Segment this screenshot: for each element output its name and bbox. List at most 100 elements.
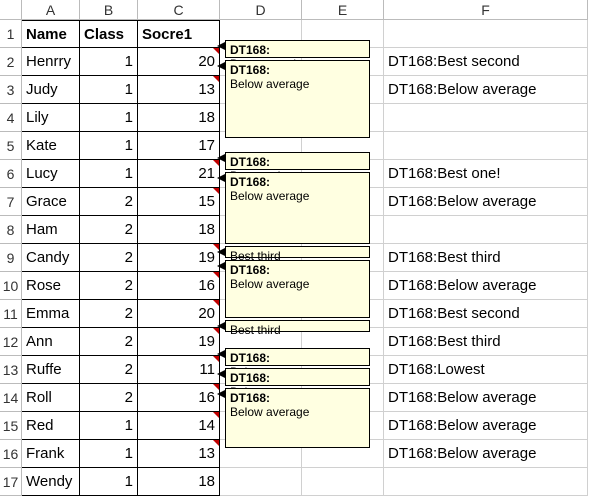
- row-header[interactable]: 6: [0, 160, 22, 188]
- cell-comment-text[interactable]: DT168:Best one!: [384, 160, 588, 188]
- cell-score[interactable]: 19: [138, 244, 220, 272]
- cell-score[interactable]: 16: [138, 384, 220, 412]
- cell-name[interactable]: Ham: [22, 216, 80, 244]
- cell-B1[interactable]: Class: [80, 20, 138, 48]
- row-header[interactable]: 13: [0, 356, 22, 384]
- cell-score[interactable]: 13: [138, 76, 220, 104]
- cell-class[interactable]: 2: [80, 216, 138, 244]
- cell-comment-text[interactable]: DT168:Below average: [384, 188, 588, 216]
- cell-score[interactable]: 18: [138, 216, 220, 244]
- cell-class[interactable]: 2: [80, 244, 138, 272]
- row-header[interactable]: 15: [0, 412, 22, 440]
- cell-name[interactable]: Henrry: [22, 48, 80, 76]
- row-header[interactable]: 9: [0, 244, 22, 272]
- cell-score[interactable]: 14: [138, 412, 220, 440]
- cell-score[interactable]: 18: [138, 468, 220, 496]
- cell-score[interactable]: 20: [138, 48, 220, 76]
- cell-class[interactable]: 1: [80, 160, 138, 188]
- cell-comment-text[interactable]: DT168:Below average: [384, 76, 588, 104]
- comment-indicator-icon[interactable]: [213, 412, 219, 418]
- cell-class[interactable]: 1: [80, 76, 138, 104]
- row-header[interactable]: 3: [0, 76, 22, 104]
- cell-name[interactable]: Ruffe: [22, 356, 80, 384]
- cell-score[interactable]: 20: [138, 300, 220, 328]
- cell-name[interactable]: Ann: [22, 328, 80, 356]
- cell-F1[interactable]: [384, 20, 588, 48]
- cell-empty[interactable]: [302, 468, 384, 496]
- cell-comment-text[interactable]: DT168:Best second: [384, 300, 588, 328]
- row-header[interactable]: 4: [0, 104, 22, 132]
- cell-score[interactable]: 18: [138, 104, 220, 132]
- cell-name[interactable]: Grace: [22, 188, 80, 216]
- cell-name[interactable]: Lily: [22, 104, 80, 132]
- cell-comment-text[interactable]: [384, 132, 588, 160]
- cell-name[interactable]: Wendy: [22, 468, 80, 496]
- row-header[interactable]: 5: [0, 132, 22, 160]
- row-header[interactable]: 16: [0, 440, 22, 468]
- cell-score[interactable]: 19: [138, 328, 220, 356]
- comment-indicator-icon[interactable]: [213, 76, 219, 82]
- row-header[interactable]: 8: [0, 216, 22, 244]
- row-header[interactable]: 7: [0, 188, 22, 216]
- cell-class[interactable]: 2: [80, 300, 138, 328]
- cell-comment-text[interactable]: DT168:Below average: [384, 384, 588, 412]
- comment-indicator-icon[interactable]: [213, 440, 219, 446]
- cell-name[interactable]: Judy: [22, 76, 80, 104]
- row-header[interactable]: 2: [0, 48, 22, 76]
- cell-name[interactable]: Roll: [22, 384, 80, 412]
- row-header[interactable]: 11: [0, 300, 22, 328]
- cell-class[interactable]: 2: [80, 384, 138, 412]
- cell-comment-text[interactable]: DT168:Best second: [384, 48, 588, 76]
- cell-comment-text[interactable]: DT168:Best third: [384, 244, 588, 272]
- cell-comment-text[interactable]: DT168:Below average: [384, 440, 588, 468]
- row-header[interactable]: 1: [0, 20, 22, 48]
- col-header-A[interactable]: A: [22, 0, 80, 20]
- col-header-F[interactable]: F: [384, 0, 588, 20]
- cell-comment-text[interactable]: [384, 104, 588, 132]
- cell-comment-text[interactable]: [384, 468, 588, 496]
- row-header[interactable]: 12: [0, 328, 22, 356]
- cell-name[interactable]: Lucy: [22, 160, 80, 188]
- comment-indicator-icon[interactable]: [213, 272, 219, 278]
- cell-score[interactable]: 21: [138, 160, 220, 188]
- row-header[interactable]: 17: [0, 468, 22, 496]
- cell-class[interactable]: 1: [80, 132, 138, 160]
- cell-comment-text[interactable]: DT168:Best third: [384, 328, 588, 356]
- cell-class[interactable]: 1: [80, 468, 138, 496]
- cell-class[interactable]: 1: [80, 440, 138, 468]
- cell-name[interactable]: Candy: [22, 244, 80, 272]
- cell-score[interactable]: 11: [138, 356, 220, 384]
- cell-score[interactable]: 16: [138, 272, 220, 300]
- cell-empty[interactable]: [220, 468, 302, 496]
- col-header-C[interactable]: C: [138, 0, 220, 20]
- row-header[interactable]: 14: [0, 384, 22, 412]
- cell-score[interactable]: 17: [138, 132, 220, 160]
- cell-comment-text[interactable]: DT168:Below average: [384, 272, 588, 300]
- cell-A1[interactable]: Name: [22, 20, 80, 48]
- comment-indicator-icon[interactable]: [213, 300, 219, 306]
- comment-indicator-icon[interactable]: [213, 188, 219, 194]
- select-all-corner[interactable]: [0, 0, 22, 20]
- cell-comment-text[interactable]: DT168:Lowest: [384, 356, 588, 384]
- col-header-E[interactable]: E: [302, 0, 384, 20]
- col-header-D[interactable]: D: [220, 0, 302, 20]
- cell-comment-text[interactable]: [384, 216, 588, 244]
- cell-class[interactable]: 2: [80, 356, 138, 384]
- cell-C1[interactable]: Socre1: [138, 20, 220, 48]
- cell-name[interactable]: Kate: [22, 132, 80, 160]
- cell-class[interactable]: 2: [80, 188, 138, 216]
- cell-score[interactable]: 13: [138, 440, 220, 468]
- cell-class[interactable]: 1: [80, 48, 138, 76]
- cell-name[interactable]: Red: [22, 412, 80, 440]
- cell-class[interactable]: 1: [80, 412, 138, 440]
- col-header-B[interactable]: B: [80, 0, 138, 20]
- cell-class[interactable]: 1: [80, 104, 138, 132]
- cell-class[interactable]: 2: [80, 328, 138, 356]
- row-header[interactable]: 10: [0, 272, 22, 300]
- cell-class[interactable]: 2: [80, 272, 138, 300]
- cell-score[interactable]: 15: [138, 188, 220, 216]
- cell-name[interactable]: Frank: [22, 440, 80, 468]
- cell-name[interactable]: Rose: [22, 272, 80, 300]
- cell-name[interactable]: Emma: [22, 300, 80, 328]
- cell-comment-text[interactable]: DT168:Below average: [384, 412, 588, 440]
